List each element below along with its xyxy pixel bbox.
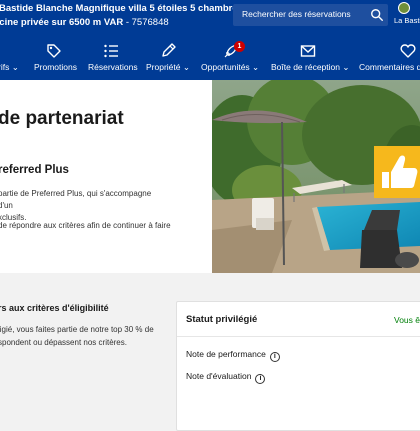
nav-item-label: Boîte de réception ⌄ — [271, 62, 350, 73]
search-placeholder: Rechercher des réservations — [242, 9, 351, 19]
chevron-down-icon: ⌄ — [182, 62, 190, 72]
nav-item-text: rifs — [0, 62, 10, 72]
property-id: - 7576848 — [125, 17, 169, 28]
eligibility-description-line2: spondent ou dépassent nos critères. — [0, 338, 127, 347]
account-name: La Bastide — [394, 16, 420, 25]
chevron-down-icon: ⌄ — [342, 62, 350, 72]
page-title: de partenariat — [0, 108, 124, 129]
chevron-down-icon: ⌄ — [252, 62, 260, 72]
eligibility-description: ligié, vous faites partie de notre top 3… — [0, 323, 168, 349]
program-hero: de partenariat referred Plus partie de P… — [0, 80, 420, 273]
eligibility-description-line1: ligié, vous faites partie de notre top 3… — [0, 325, 154, 334]
performance-score-label: Note de performance — [186, 349, 266, 359]
status-card-title: Statut privilégié — [186, 314, 258, 325]
review-score-row: Note d'évaluation i — [186, 371, 266, 384]
eligibility-title: rs aux critères d'éligibilité — [0, 303, 109, 313]
nav-item-label: Propriété ⌄ — [146, 62, 190, 73]
avatar — [398, 2, 410, 14]
nav-item-commentaires[interactable]: Commentaires de — [356, 40, 420, 80]
property-title-line2: scine privée sur 6500 m VAR - 7576848 — [0, 15, 169, 30]
property-photo — [212, 80, 420, 273]
nav-item-text: Boîte de réception — [271, 62, 340, 72]
nav-item-reservations[interactable]: Réservations — [84, 40, 138, 80]
nav-item-tarifs[interactable]: rifs ⌄ — [0, 40, 28, 80]
envelope-icon — [300, 45, 316, 57]
heart-icon — [400, 44, 416, 58]
tag-icon — [47, 44, 61, 58]
search-icon[interactable] — [370, 8, 384, 22]
pencil-icon — [162, 43, 176, 57]
program-requirement: de répondre aux critères afin de continu… — [0, 221, 171, 230]
program-description: partie de Preferred Plus, qui s'accompag… — [0, 188, 168, 224]
status-text: Vous ê — [394, 315, 420, 325]
nav-item-propriete[interactable]: Propriété ⌄ — [144, 40, 194, 80]
property-title-line2-text: scine privée sur 6500 m VAR — [0, 17, 124, 28]
review-score-label: Note d'évaluation — [186, 371, 252, 381]
nav-item-label: Opportunités ⌄ — [201, 62, 259, 73]
nav-item-label: Réservations — [88, 62, 138, 72]
top-bar: Bastide Blanche Magnifique villa 5 étoil… — [0, 0, 420, 80]
main-nav: rifs ⌄ Promotions Réservations — [0, 40, 420, 80]
nav-item-label: Commentaires de — [359, 62, 420, 72]
account-menu[interactable]: La Bastide — [392, 0, 420, 32]
info-icon[interactable]: i — [255, 374, 266, 384]
nav-item-label: rifs ⌄ — [0, 62, 19, 73]
property-title-line1: Bastide Blanche Magnifique villa 5 étoil… — [0, 3, 255, 14]
chevron-down-icon: ⌄ — [11, 62, 19, 72]
nav-item-text: Opportunités — [201, 62, 250, 72]
list-icon — [104, 44, 118, 58]
nav-item-text: Propriété — [146, 62, 181, 72]
nav-item-inbox[interactable]: Boîte de réception ⌄ — [268, 40, 350, 80]
search-reservations-input[interactable]: Rechercher des réservations — [233, 4, 388, 26]
status-card: Statut privilégié Vous ê Note de perform… — [176, 301, 420, 431]
nav-item-promotions[interactable]: Promotions — [30, 40, 78, 80]
notification-badge: 1 — [234, 41, 245, 52]
nav-item-opportunites[interactable]: 1 Opportunités ⌄ — [198, 40, 264, 80]
divider — [177, 336, 420, 337]
program-name: referred Plus — [0, 164, 69, 176]
info-icon[interactable]: i — [269, 352, 280, 362]
eligibility-section: rs aux critères d'éligibilité ligié, vou… — [0, 273, 420, 431]
performance-score-row: Note de performance i — [186, 349, 280, 362]
nav-item-label: Promotions — [34, 62, 77, 72]
program-description-line1: partie de Preferred Plus, qui s'accompag… — [0, 189, 152, 210]
